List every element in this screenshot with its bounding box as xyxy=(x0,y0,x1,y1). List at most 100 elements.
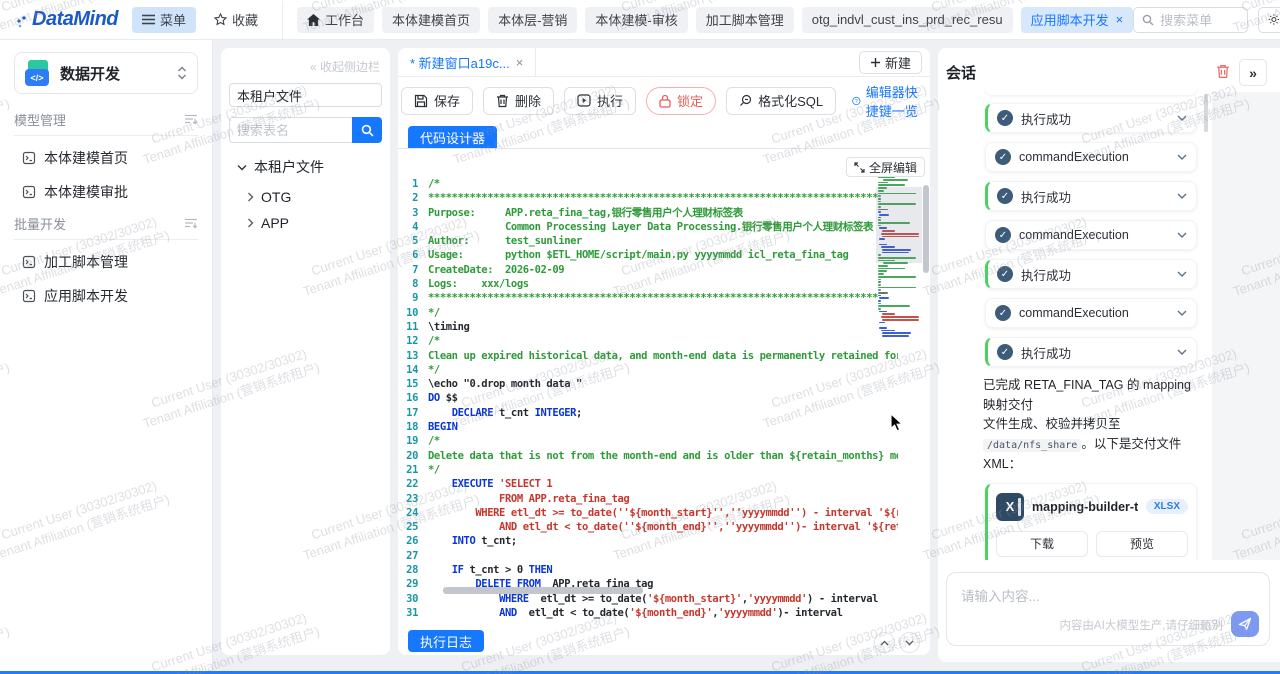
nav-tab[interactable]: 本体建模-审核 xyxy=(585,7,687,33)
chat-status-card[interactable]: ✓commandExecution xyxy=(985,142,1197,172)
code-line: 13Clean up expired historical data, and … xyxy=(398,349,898,363)
delete-button[interactable]: 删除 xyxy=(483,87,554,115)
tree-root-label: 本租户文件 xyxy=(254,157,324,177)
code-line: 25 AND etl_dt < to_date(''${month_end}''… xyxy=(398,520,898,534)
workbench-tab[interactable]: 工作台 xyxy=(297,7,374,33)
code-token: DECLARE xyxy=(452,406,493,420)
trash-icon xyxy=(496,94,509,108)
scroll-down-button[interactable] xyxy=(899,632,920,653)
line-number: 7 xyxy=(398,263,428,277)
code-editor[interactable]: 全屏编辑 1/*2*******************************… xyxy=(398,148,930,630)
file-type-badge: XLSX xyxy=(1146,499,1188,514)
table-search-button[interactable] xyxy=(352,117,382,143)
nav-tab[interactable]: 本体层-营销 xyxy=(488,7,577,33)
code-token: Author: test_sunliner xyxy=(428,234,582,248)
collapse-all-button[interactable] xyxy=(184,218,198,229)
favorite-button[interactable]: 收藏 xyxy=(204,7,268,33)
sidebar-item-本体建模首页[interactable]: 本体建模首页 xyxy=(22,146,198,170)
table-search-input[interactable] xyxy=(229,117,352,143)
fullscreen-button[interactable]: 全屏编辑 xyxy=(846,157,925,177)
minimap-line xyxy=(878,276,916,278)
clear-chat-button[interactable] xyxy=(1216,64,1230,79)
line-number: 21 xyxy=(398,463,428,477)
editor-tab-close-icon[interactable]: × xyxy=(516,55,524,70)
lock-button[interactable]: 锁定 xyxy=(646,87,716,115)
download-button[interactable]: 下载 xyxy=(996,531,1088,557)
chat-status-card[interactable]: ✓commandExecution xyxy=(985,220,1197,250)
preview-button[interactable]: 预览 xyxy=(1096,531,1188,557)
code-line: 1/* xyxy=(398,177,898,191)
tab-active[interactable]: 应用脚本开发 × xyxy=(1021,7,1134,33)
collapse-sidebar-button[interactable]: « 收起侧边栏 xyxy=(229,58,380,75)
execution-log-tab[interactable]: 执行日志 xyxy=(408,630,484,652)
minimap-viewport[interactable] xyxy=(876,187,922,263)
chat-status-card[interactable]: ✓执行成功 xyxy=(985,103,1197,133)
line-number: 5 xyxy=(398,234,428,248)
minimap-line xyxy=(878,287,916,289)
menu-search-input[interactable]: 搜索菜单 xyxy=(1133,7,1248,33)
sidebar-section-header: 模型管理 xyxy=(14,110,198,129)
save-button[interactable]: 保存 xyxy=(401,87,473,115)
code-line: 11\timing xyxy=(398,320,898,334)
chat-card-label: commandExecution xyxy=(1019,228,1177,242)
code-designer-tab[interactable]: 代码设计器 xyxy=(408,126,497,148)
chat-status-card[interactable]: ✓commandExecution xyxy=(985,298,1197,328)
chat-status-card[interactable]: ✓执行成功 xyxy=(985,181,1197,211)
code-line: 18BEGIN xyxy=(398,420,898,434)
code-token: */ xyxy=(428,363,440,377)
code-token: /* xyxy=(428,434,440,448)
tree-root-node[interactable]: 本租户文件 xyxy=(237,157,382,177)
code-lines[interactable]: 1/*2************************************… xyxy=(398,177,898,625)
chat-status-card[interactable]: ✓执行成功 xyxy=(985,259,1197,289)
vertical-scrollbar[interactable] xyxy=(923,185,929,273)
file-tree-panel: « 收起侧边栏 本租户文件 本租户文件 OTG APP xyxy=(221,48,390,655)
sidebar-item-应用脚本开发[interactable]: 应用脚本开发 xyxy=(22,284,198,308)
run-button[interactable]: 执行 xyxy=(564,87,636,115)
chat-scrollbar[interactable] xyxy=(1204,94,1208,132)
tenant-scope-select[interactable]: 本租户文件 xyxy=(229,83,382,107)
sidebar-item-label: 应用脚本开发 xyxy=(44,286,128,306)
minimap-line xyxy=(878,281,881,283)
code-line: 19/* xyxy=(398,434,898,448)
sidebar-item-加工脚本管理[interactable]: 加工脚本管理 xyxy=(22,250,198,274)
collapse-chat-button[interactable]: » xyxy=(1239,59,1267,86)
scroll-up-button[interactable] xyxy=(874,632,895,653)
tab-close-icon[interactable]: × xyxy=(1116,12,1124,27)
nav-tab[interactable]: 本体建模首页 xyxy=(382,7,480,33)
chat-input-box[interactable]: 请输入内容... 内容由AI大模型生产,请仔细甄别 xyxy=(946,572,1270,646)
sidebar-item-本体建模审批[interactable]: 本体建模审批 xyxy=(22,180,198,204)
line-number: 11 xyxy=(398,320,428,334)
workbench-label: 工作台 xyxy=(325,10,364,29)
tree-node-APP[interactable]: APP xyxy=(247,215,382,231)
code-token: INTO xyxy=(452,534,476,548)
script-icon xyxy=(22,151,36,165)
chat-status-card[interactable]: ✓执行成功 xyxy=(985,337,1197,367)
code-token: )- interval xyxy=(777,606,842,620)
format-sql-button[interactable]: 格式化SQL xyxy=(726,87,836,115)
product-switcher[interactable]: </> 数据开发 xyxy=(14,52,198,94)
code-token: 'yyyymmdd' xyxy=(718,606,777,620)
line-number: 17 xyxy=(398,406,428,420)
editor-tab[interactable]: * 新建窗口a19c... × xyxy=(398,48,536,76)
code-token: WHERE etl_dt >= to_date(''${month_start}… xyxy=(428,506,898,520)
minimap[interactable] xyxy=(878,171,920,339)
horizontal-scrollbar[interactable] xyxy=(443,587,643,594)
conversation-list[interactable]: ✓执行成功 ✓commandExecution ✓执行成功 ✓commandExecu… xyxy=(975,88,1212,560)
tree-node-label: APP xyxy=(261,215,289,231)
lock-icon xyxy=(659,94,671,108)
new-script-button[interactable]: 新建 xyxy=(859,51,922,74)
script-icon xyxy=(22,255,36,269)
code-token: AND xyxy=(499,606,517,620)
collapse-all-button[interactable] xyxy=(184,114,198,125)
nav-tab[interactable]: 加工脚本管理 xyxy=(696,7,794,33)
send-button[interactable] xyxy=(1231,611,1259,637)
menu-button[interactable]: 菜单 xyxy=(132,7,196,33)
minimap-line xyxy=(881,330,895,332)
minimap-line xyxy=(878,182,888,184)
tree-node-OTG[interactable]: OTG xyxy=(247,189,382,205)
script-icon xyxy=(22,289,36,303)
settings-button[interactable]: 设置 xyxy=(1258,7,1280,33)
chat-card-label: 执行成功 xyxy=(1021,109,1177,128)
nav-tab[interactable]: otg_indvl_cust_ins_prd_rec_resu xyxy=(802,7,1013,33)
shortcuts-link[interactable]: ? 编辑器快捷键一览 xyxy=(852,82,930,120)
